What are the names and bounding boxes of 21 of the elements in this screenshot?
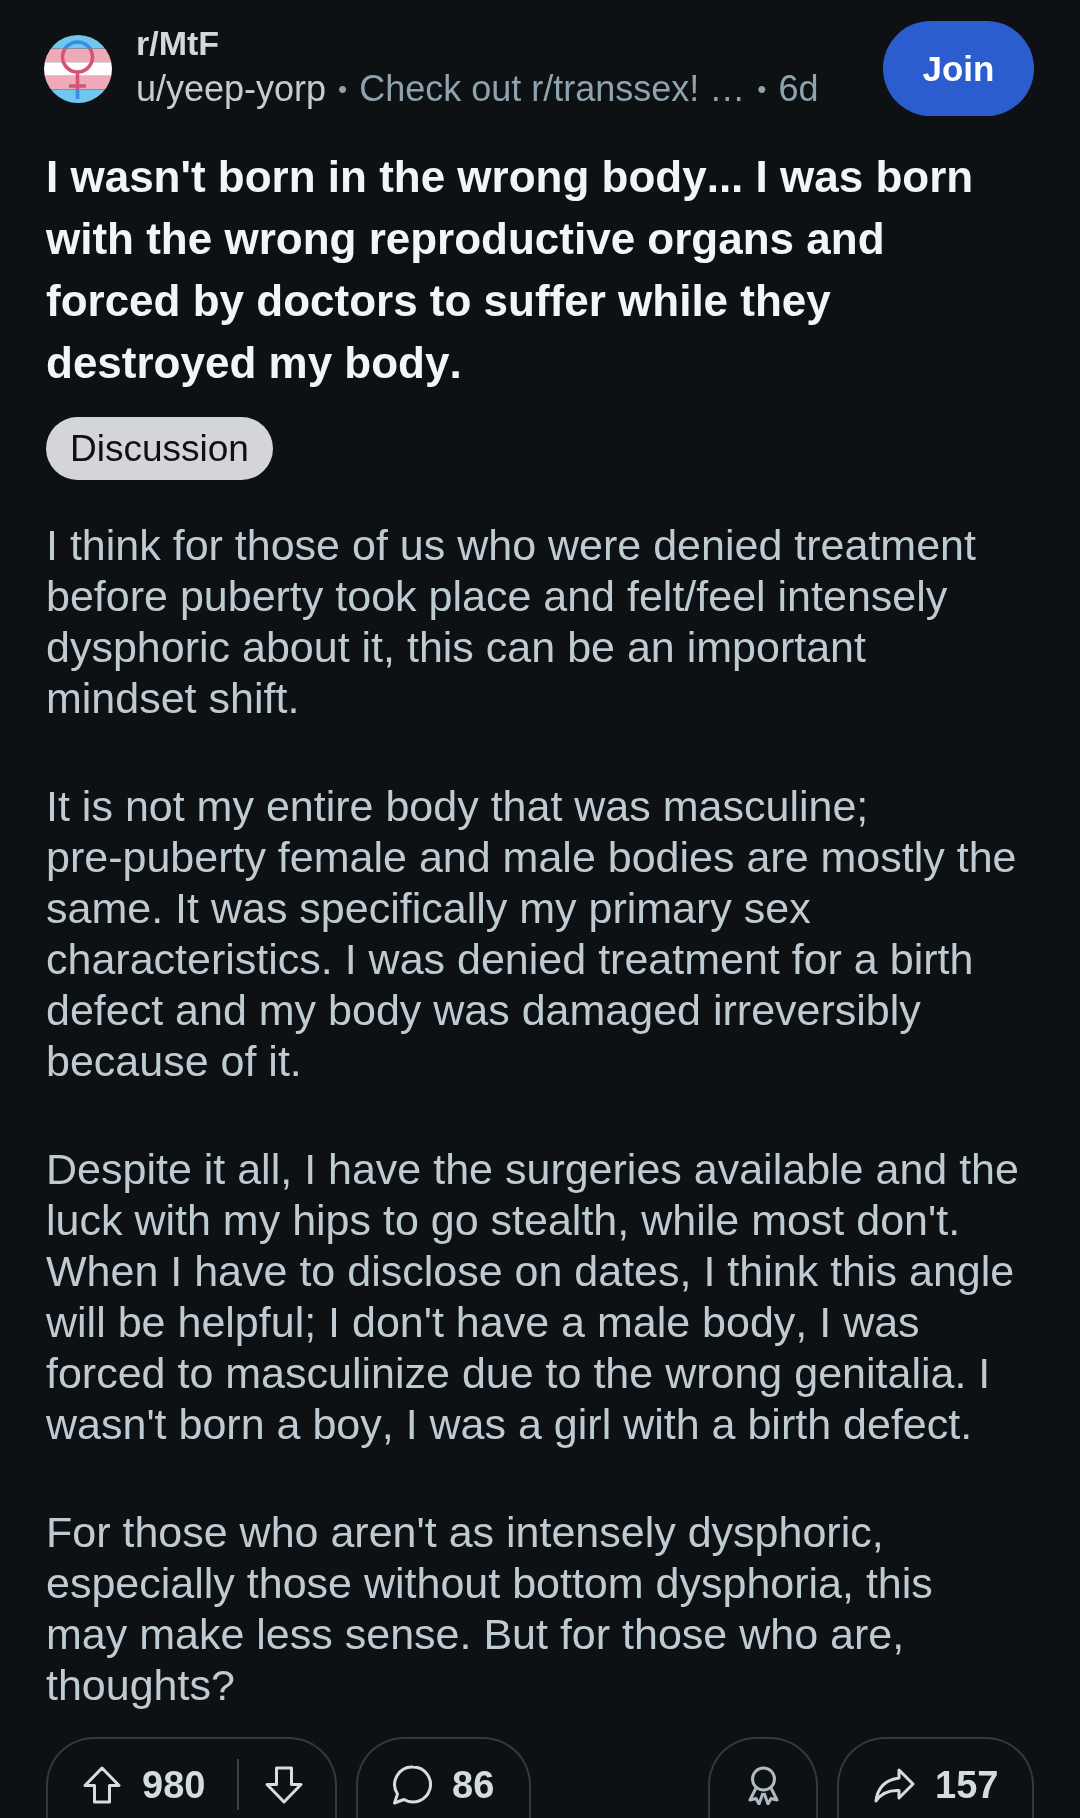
share-button[interactable]: 157	[837, 1737, 1034, 1818]
user-flair: Check out r/transsex! …	[359, 66, 746, 111]
community-avatar-icon[interactable]	[44, 34, 112, 103]
join-button[interactable]: Join	[883, 21, 1034, 116]
post-paragraph: It is not my entire body that was masculine; pre-puberty female and male bodies are mostly the same. It was specifically my primary sex characteristics. I was denied treatment for a birth defect and my body was damaged irreversibly because of it.	[46, 781, 1018, 1087]
speech-bubble-icon	[391, 1764, 433, 1806]
post-title: I wasn't born in the wrong body... I was born with the wrong reproductive organs and forced by doctors to suffer while they destroyed my body.	[46, 151, 975, 389]
upvote-icon[interactable]	[82, 1765, 122, 1805]
author-link[interactable]: u/yeep-yorp	[136, 66, 327, 111]
downvote-icon[interactable]	[264, 1765, 305, 1805]
post-flair[interactable]: Discussion	[46, 417, 273, 480]
separator-dot: •	[338, 72, 348, 106]
award-button[interactable]	[708, 1737, 818, 1818]
comments-button[interactable]: 86	[356, 1737, 531, 1818]
post-paragraph: I think for those of us who were denied treatment before puberty took place and felt/feel intensely dysphoric about it, this can be an important mindset shift.	[46, 520, 977, 724]
separator-dot: •	[757, 72, 767, 106]
community-link[interactable]: r/MtF	[136, 22, 220, 63]
vote-count: 980	[142, 1765, 206, 1805]
post-paragraph: Despite it all, I have the surgeries available and the luck with my hips to go stealth, while most don't. When I have to disclose on dates, I think this angle will be helpful; I don't have a male body, I was forced to masculinize due to the wrong genitalia. I wasn't born a boy, I was a girl with a birth defect.	[46, 1144, 1020, 1450]
post-paragraph: For those who aren't as intensely dysphoric, especially those without bottom dysphoria, this may make less sense. But for those who are, thoughts?	[46, 1507, 934, 1711]
post-age: 6d	[778, 66, 819, 111]
